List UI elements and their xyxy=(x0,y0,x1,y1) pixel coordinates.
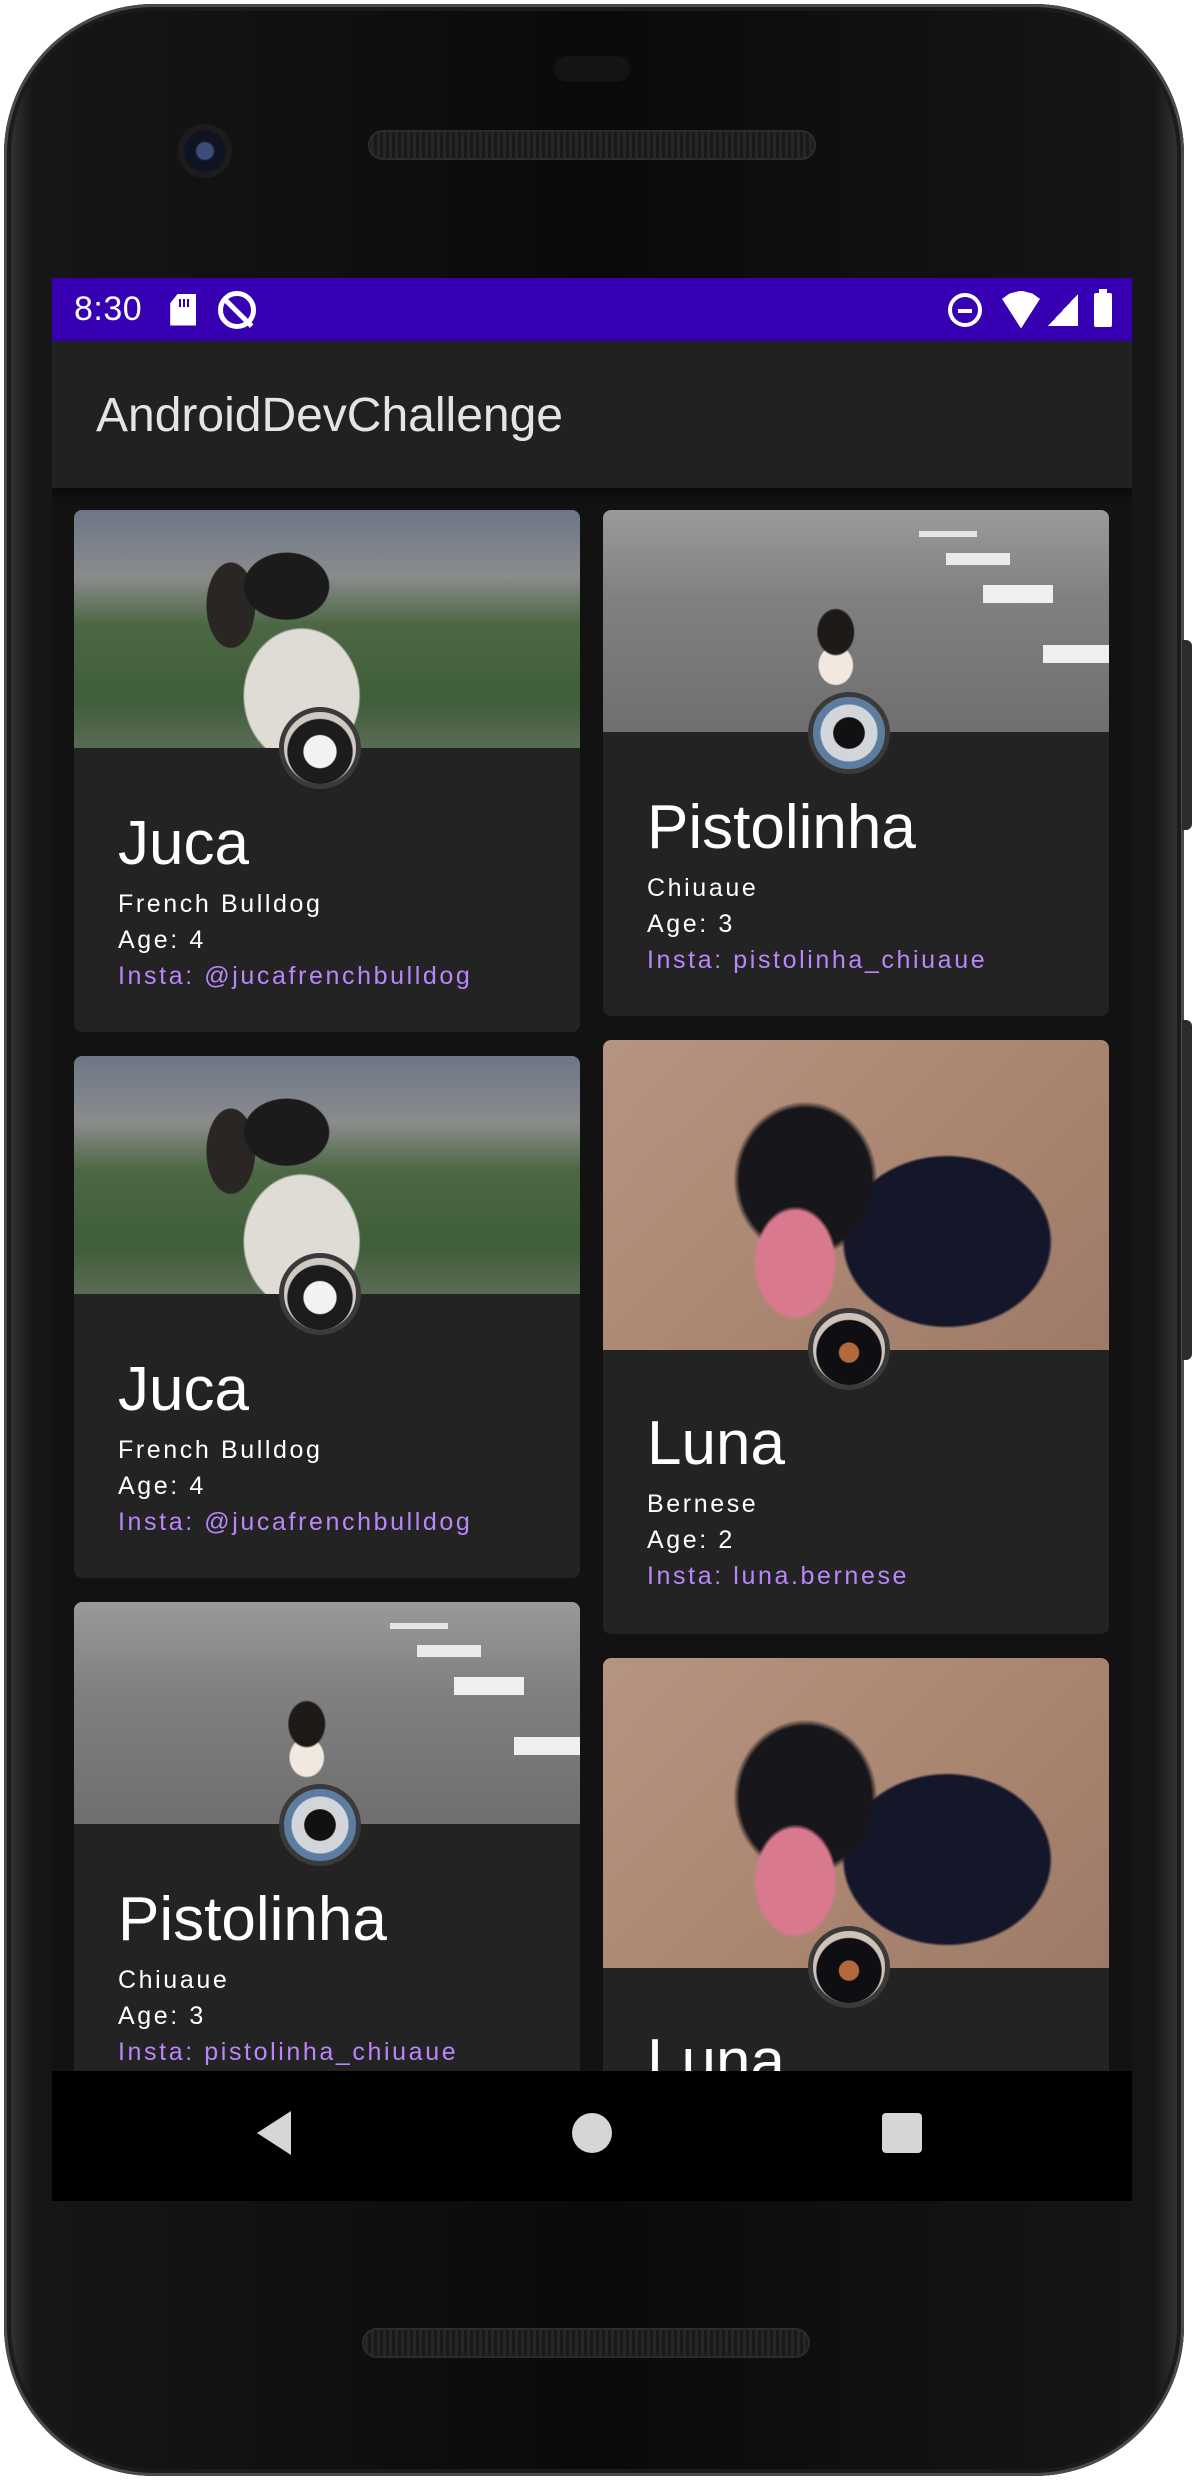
avatar xyxy=(279,1784,361,1866)
status-bar: 8:30 xyxy=(52,278,1132,341)
pet-insta-link[interactable]: Insta: @jucafrenchbulldog xyxy=(118,1508,472,1537)
home-icon[interactable] xyxy=(572,2113,612,2153)
signal-icon xyxy=(1048,293,1078,326)
bottom-speaker xyxy=(362,2328,810,2358)
pet-grid[interactable]: Juca French Bulldog Age: 4 Insta: @jucaf… xyxy=(52,488,1132,2071)
bernese-photo xyxy=(603,1658,1109,1968)
pet-age: Age: 4 xyxy=(118,1472,206,1500)
recents-icon[interactable] xyxy=(882,2113,922,2153)
pet-age: Age: 3 xyxy=(647,910,735,938)
pet-name: Pistolinha xyxy=(647,793,916,862)
avatar xyxy=(279,707,361,789)
do-not-disturb-icon xyxy=(948,292,982,327)
pet-name: Luna xyxy=(647,2027,785,2071)
app-title: AndroidDevChallenge xyxy=(96,389,563,442)
pet-insta-link[interactable]: Insta: @jucafrenchbulldog xyxy=(118,962,472,991)
pet-card[interactable]: Pistolinha Chiuaue Age: 3 Insta: pistoli… xyxy=(74,1602,580,2071)
pet-breed: French Bulldog xyxy=(118,890,323,918)
no-sync-icon xyxy=(218,290,257,329)
battery-icon xyxy=(1094,288,1112,327)
pet-card[interactable]: Juca French Bulldog Age: 4 Insta: @jucaf… xyxy=(74,1056,580,1578)
pet-age: Age: 3 xyxy=(118,2002,206,2030)
power-button xyxy=(1182,640,1192,830)
pet-card[interactable]: Juca French Bulldog Age: 4 Insta: @jucaf… xyxy=(74,510,580,1032)
avatar xyxy=(808,692,890,774)
pet-age: Age: 4 xyxy=(118,926,206,954)
front-camera-icon xyxy=(178,124,232,178)
pet-name: Juca xyxy=(118,1355,249,1424)
navigation-bar xyxy=(52,2071,1132,2201)
pet-breed: Chiuaue xyxy=(647,874,759,902)
avatar xyxy=(808,1308,890,1390)
pet-card[interactable]: Luna Bernese Age: 2 Insta: luna.bernese xyxy=(603,1040,1109,1634)
proximity-sensor xyxy=(554,56,630,82)
wifi-icon xyxy=(1002,290,1040,329)
pet-insta-link[interactable]: Insta: pistolinha_chiuaue xyxy=(118,2038,458,2067)
earpiece-speaker xyxy=(368,130,816,160)
top-app-bar: AndroidDevChallenge xyxy=(52,341,1132,488)
status-time: 8:30 xyxy=(74,290,143,328)
pet-age: Age: 2 xyxy=(647,1526,735,1554)
pet-name: Juca xyxy=(118,809,249,878)
avatar xyxy=(808,1926,890,2008)
volume-button xyxy=(1182,1020,1192,1360)
bernese-photo xyxy=(603,1040,1109,1350)
pet-insta-link[interactable]: Insta: pistolinha_chiuaue xyxy=(647,946,987,975)
avatar xyxy=(279,1253,361,1335)
pet-card[interactable]: Pistolinha Chiuaue Age: 3 Insta: pistoli… xyxy=(603,510,1109,1016)
pet-card[interactable]: Luna xyxy=(603,1658,1109,2071)
back-icon[interactable] xyxy=(257,2111,291,2155)
pet-breed: French Bulldog xyxy=(118,1436,323,1464)
pet-name: Luna xyxy=(647,1409,785,1478)
screen: 8:30 AndroidDevChallenge Juca French Bul… xyxy=(52,278,1132,2071)
pet-breed: Chiuaue xyxy=(118,1966,230,1994)
pet-breed: Bernese xyxy=(647,1490,759,1518)
pet-name: Pistolinha xyxy=(118,1885,387,1954)
sd-card-icon xyxy=(170,293,197,326)
pet-insta-link[interactable]: Insta: luna.bernese xyxy=(647,1562,909,1591)
